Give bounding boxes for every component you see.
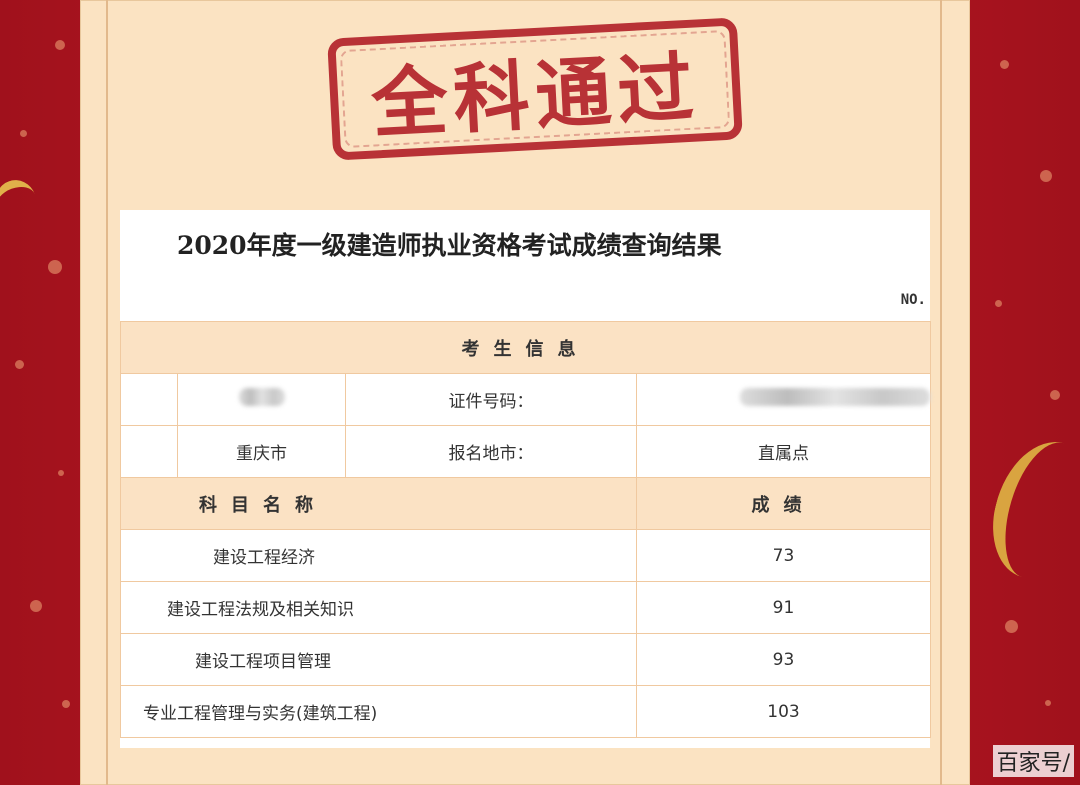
table-row: 重庆市 报名地市： 直属点 — [120, 425, 931, 478]
subject-score: 73 — [636, 529, 931, 582]
table-row: 证件号码： — [120, 373, 931, 426]
source-watermark: 百家号/ — [992, 745, 1074, 777]
table-row: 建设工程经济 73 — [120, 529, 931, 582]
pass-stamp: 全科通过 — [327, 17, 743, 161]
city-value: 重庆市 — [177, 425, 346, 478]
table-row: 建设工程项目管理 93 — [120, 633, 931, 686]
subject-score: 93 — [636, 633, 931, 686]
gold-ribbon-decoration — [980, 430, 1080, 590]
subject-header: 科目名称 — [120, 477, 637, 530]
table-row: 建设工程法规及相关知识 91 — [120, 581, 931, 634]
candidate-info-title: 考生信息 — [120, 321, 931, 374]
subject-name: 建设工程经济 — [120, 529, 637, 582]
subject-score: 91 — [636, 581, 931, 634]
result-card: 2020年度一级建造师执业资格考试成绩查询结果 NO. 考生信息 证件号码： 重… — [120, 210, 931, 748]
id-number-redacted — [636, 373, 931, 426]
table-row: 专业工程管理与实务(建筑工程) 103 — [120, 685, 931, 738]
region-label: 报名地市： — [345, 425, 637, 478]
page-title: 2020年度一级建造师执业资格考试成绩查询结果 — [177, 231, 722, 260]
score-header: 成绩 — [636, 477, 931, 530]
subject-score: 103 — [636, 685, 931, 738]
score-table: 考生信息 证件号码： 重庆市 报名地市： 直属点 科目名称 成绩 建设工程经济 … — [120, 321, 931, 738]
subject-name: 建设工程法规及相关知识 — [120, 581, 637, 634]
candidate-name-redacted — [177, 373, 346, 426]
record-number-label: NO. — [900, 292, 926, 308]
subjects-header: 科目名称 成绩 — [120, 477, 931, 530]
candidate-info-header: 考生信息 — [120, 321, 931, 374]
subject-name: 建设工程项目管理 — [120, 633, 637, 686]
subject-name: 专业工程管理与实务(建筑工程) — [120, 685, 637, 738]
gold-ribbon-decoration — [0, 174, 42, 228]
site-value: 直属点 — [636, 425, 931, 478]
id-label: 证件号码： — [345, 373, 637, 426]
